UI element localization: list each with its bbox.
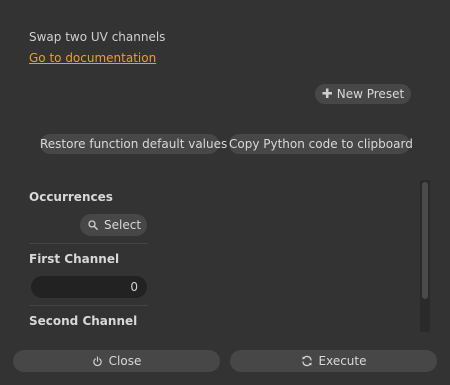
divider [29,305,148,306]
function-description: Swap two UV channels [29,30,166,44]
search-icon [88,220,98,230]
select-occurrences-button[interactable]: Select [80,214,147,236]
first-channel-label: First Channel [29,252,120,266]
divider [29,243,148,244]
execute-button[interactable]: Execute [230,350,437,372]
parameters-panel: Occurrences Select First Channel 0 Secon… [0,178,420,330]
execute-label: Execute [318,354,367,368]
close-label: Close [108,354,142,368]
refresh-icon [301,355,312,367]
restore-defaults-button[interactable]: Restore function default values [40,134,227,154]
second-channel-label: Second Channel [29,314,138,328]
first-channel-input[interactable]: 0 [31,276,147,298]
select-label: Select [104,218,142,232]
scrollbar-thumb[interactable] [422,182,428,299]
new-preset-label: New Preset [336,87,405,101]
close-button[interactable]: Close [13,350,220,372]
plus-icon: ✚ [321,87,333,102]
power-icon [92,356,102,367]
occurrences-label: Occurrences [29,190,113,204]
documentation-link[interactable]: Go to documentation [29,51,156,65]
dialog: Swap two UV channels Go to documentation… [0,0,450,385]
new-preset-button[interactable]: ✚ New Preset [315,84,411,104]
copy-python-button[interactable]: Copy Python code to clipboard [229,134,413,154]
